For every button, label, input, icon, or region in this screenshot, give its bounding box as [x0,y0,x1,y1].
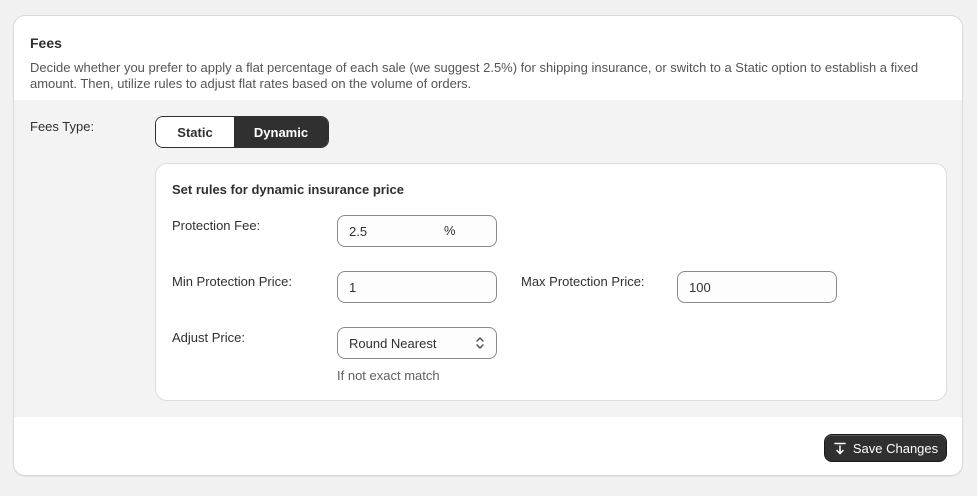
adjust-price-value: Round Nearest [349,335,437,351]
protection-fee-input[interactable]: 2.5 % [337,215,497,247]
adjust-price-select[interactable]: Round Nearest [337,327,497,359]
min-protection-price-value: 1 [349,279,357,295]
max-protection-price-value: 100 [689,279,711,295]
fees-type-dynamic-button[interactable]: Dynamic [234,117,328,147]
protection-fee-label: Protection Fee: [172,218,261,233]
fees-type-label: Fees Type: [30,119,95,134]
save-changes-label: Save Changes [852,440,939,456]
fees-type-static-button[interactable]: Static [156,117,234,147]
card-footer: Save Changes [14,417,962,475]
min-protection-price-input[interactable]: 1 [337,271,497,303]
adjust-price-hint: If not exact match [337,368,440,383]
max-protection-price-input[interactable]: 100 [677,271,837,303]
fees-type-toggle: Static Dynamic [155,116,329,148]
chevron-up-down-icon [476,337,484,349]
card-header: Fees Decide whether you prefer to apply … [14,16,962,100]
save-icon [834,442,846,455]
rules-title: Set rules for dynamic insurance price [172,182,404,197]
protection-fee-value: 2.5 [349,223,368,239]
card-body: Fees Type: Static Dynamic Set rules for … [14,100,962,417]
dynamic-rules-panel: Set rules for dynamic insurance price Pr… [155,163,947,401]
adjust-price-label: Adjust Price: [172,330,245,345]
percent-suffix: % [444,223,456,238]
max-protection-price-label: Max Protection Price: [521,274,645,289]
save-changes-button[interactable]: Save Changes [824,434,947,462]
card-description: Decide whether you prefer to apply a fla… [30,60,919,91]
min-protection-price-label: Min Protection Price: [172,274,292,289]
fees-card: Fees Decide whether you prefer to apply … [13,15,963,476]
card-title: Fees [30,35,62,51]
